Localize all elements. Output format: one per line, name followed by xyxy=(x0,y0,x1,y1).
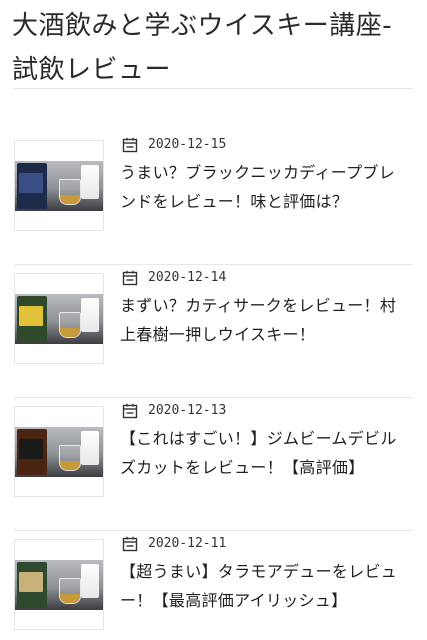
post-title-link[interactable]: 【これはすごい！】ジムビームデビルズカットをレビュー！【高評価】 xyxy=(120,424,410,482)
post-item[interactable]: 2020-12-14 まずい？カティサークをレビュー！村上春樹一押しウイスキー！ xyxy=(14,265,413,398)
calendar-icon xyxy=(122,137,138,153)
post-item[interactable]: 2020-12-15 うまい？ブラックニッカディープブレンドをレビュー！味と評価… xyxy=(14,132,413,265)
post-item[interactable]: 2020-12-13 【これはすごい！】ジムビームデビルズカットをレビュー！【高… xyxy=(14,398,413,531)
title-divider xyxy=(14,88,413,89)
post-thumbnail[interactable] xyxy=(14,140,104,231)
post-date: 2020-12-13 xyxy=(148,403,227,418)
post-thumbnail[interactable] xyxy=(14,539,104,630)
post-item[interactable]: 2020-12-11 【超うまい】タラモアデューをレビュー！【最高評価アイリッシ… xyxy=(14,531,413,640)
calendar-icon xyxy=(122,270,138,286)
post-title-link[interactable]: うまい？ブラックニッカディープブレンドをレビュー！味と評価は？ xyxy=(120,158,410,216)
calendar-icon xyxy=(122,403,138,419)
thumbnail-image xyxy=(15,294,103,344)
post-thumbnail[interactable] xyxy=(14,406,104,497)
post-date: 2020-12-14 xyxy=(148,270,227,285)
page: 大酒飲みと学ぶウイスキー講座-試飲レビュー 2020-12-15 うまい？ブラッ… xyxy=(0,0,427,640)
post-title-link[interactable]: 【超うまい】タラモアデューをレビュー！【最高評価アイリッシュ】 xyxy=(120,557,410,615)
post-title-link[interactable]: まずい？カティサークをレビュー！村上春樹一押しウイスキー！ xyxy=(120,291,410,349)
page-title: 大酒飲みと学ぶウイスキー講座-試飲レビュー xyxy=(12,11,393,85)
thumbnail-image xyxy=(15,560,103,610)
post-date: 2020-12-11 xyxy=(148,536,227,551)
post-thumbnail[interactable] xyxy=(14,273,104,364)
post-date: 2020-12-15 xyxy=(148,137,227,152)
thumbnail-image xyxy=(15,427,103,477)
thumbnail-image xyxy=(15,161,103,211)
calendar-icon xyxy=(122,536,138,552)
